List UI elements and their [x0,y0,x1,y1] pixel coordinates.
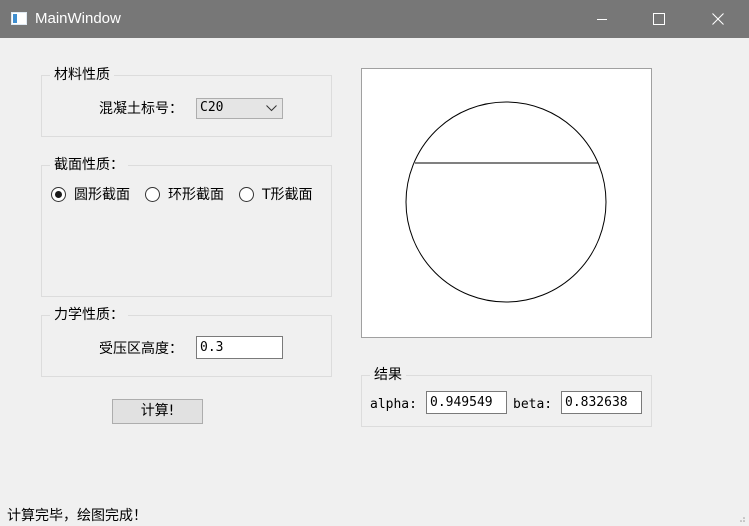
section-drawing [405,101,607,303]
close-button[interactable] [689,0,747,38]
resize-grip-icon[interactable] [738,515,746,523]
compression-height-input[interactable]: 0.3 [196,336,283,359]
mechanics-group-title: 力学性质： [50,307,128,323]
concrete-grade-select[interactable]: C20 [196,98,283,119]
mechanics-group: 力学性质： [41,307,332,377]
radio-t-section[interactable]: T形截面 [239,184,313,204]
window-title: MainWindow [35,10,121,27]
close-icon [712,13,724,25]
material-group: 材料性质 [41,67,332,137]
maximize-button[interactable] [630,0,688,38]
concrete-grade-value: C20 [200,100,224,115]
beta-output[interactable]: 0.832638 [561,391,642,414]
radio-indicator [51,186,66,202]
minimize-button[interactable] [573,0,631,38]
radio-label: 环形截面 [168,187,224,203]
radio-label: T形截面 [262,187,313,203]
radio-annular-section[interactable]: 环形截面 [145,184,224,204]
status-bar-message: 计算完毕，绘图完成！ [7,508,147,524]
radio-indicator [239,186,254,202]
radio-indicator [145,186,160,202]
title-bar[interactable]: MainWindow [0,0,749,38]
material-group-title: 材料性质 [50,67,114,83]
concrete-grade-label: 混凝土标号： [99,101,183,117]
alpha-output[interactable]: 0.949549 [426,391,507,414]
maximize-icon [653,13,665,25]
chevron-down-icon [266,105,277,112]
alpha-label: alpha: [370,397,417,412]
section-group-title: 截面性质： [50,157,128,173]
radio-label: 圆形截面 [74,187,130,203]
compute-button[interactable]: 计算! [112,399,203,424]
app-window-icon [11,12,27,25]
section-drawing-canvas [361,68,652,338]
circular-section-outline [405,101,607,303]
results-group-title: 结果 [370,367,406,383]
compression-height-label: 受压区高度： [99,341,183,357]
main-window-client: 材料性质 混凝土标号： C20 截面性质： 圆形截面 环形截面 T形截面 力学性… [1,38,748,525]
minimize-icon [597,19,607,20]
beta-label: beta: [513,397,553,412]
radio-circular-section[interactable]: 圆形截面 [51,184,130,204]
